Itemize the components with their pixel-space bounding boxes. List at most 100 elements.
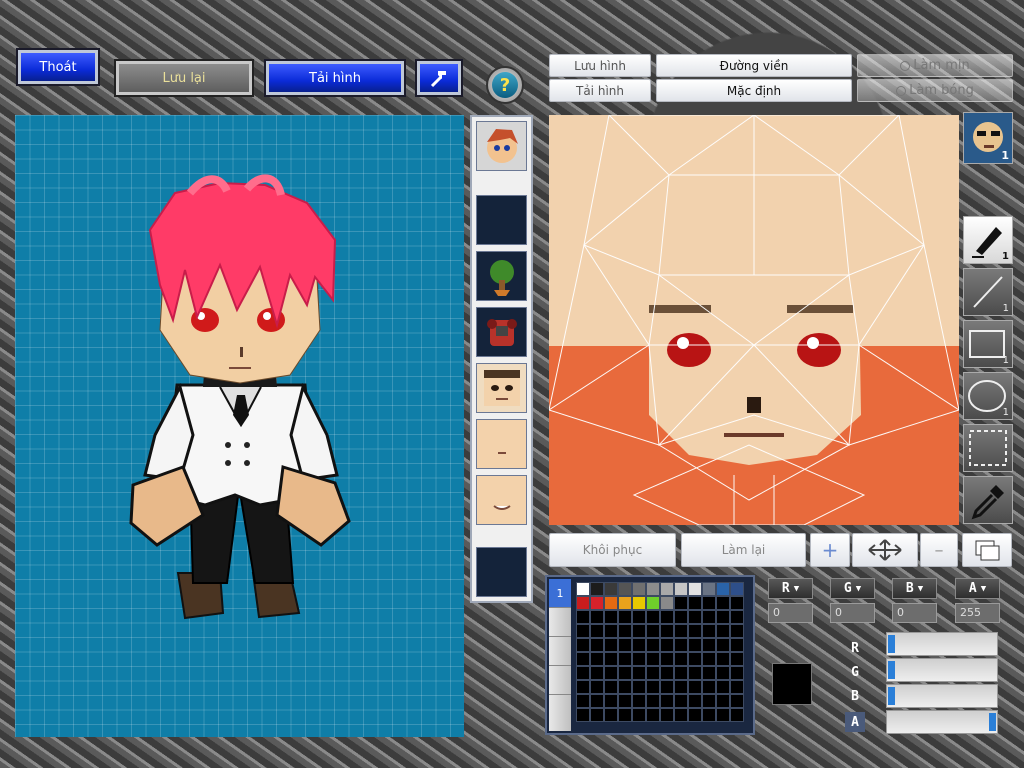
- palette-swatch[interactable]: [730, 610, 744, 624]
- palette-swatch[interactable]: [674, 694, 688, 708]
- palette-swatch[interactable]: [604, 596, 618, 610]
- part-slot-face-2[interactable]: [476, 419, 527, 469]
- palette-swatch[interactable]: [604, 694, 618, 708]
- palette-swatch[interactable]: [716, 638, 730, 652]
- palette-swatch[interactable]: [618, 596, 632, 610]
- palette-swatch[interactable]: [702, 694, 716, 708]
- r-slider-thumb[interactable]: [888, 635, 895, 653]
- texture-canvas[interactable]: [549, 115, 959, 525]
- exit-button[interactable]: Thoát: [16, 48, 100, 86]
- palette-swatch[interactable]: [688, 624, 702, 638]
- palette-swatch[interactable]: [730, 638, 744, 652]
- shade-option[interactable]: Làm bóng: [857, 79, 1013, 102]
- palette-swatch[interactable]: [660, 694, 674, 708]
- palette-swatch[interactable]: [646, 708, 660, 722]
- palette-swatch[interactable]: [618, 708, 632, 722]
- palette-swatch[interactable]: [618, 638, 632, 652]
- palette-swatch[interactable]: [716, 680, 730, 694]
- palette-swatch[interactable]: [632, 610, 646, 624]
- palette-swatch[interactable]: [688, 582, 702, 596]
- palette-swatch[interactable]: [590, 708, 604, 722]
- palette-swatch[interactable]: [702, 596, 716, 610]
- palette-swatch[interactable]: [660, 582, 674, 596]
- load-image-button[interactable]: Tải hình: [549, 79, 651, 102]
- line-tool[interactable]: 1: [963, 268, 1013, 316]
- palette-swatch[interactable]: [730, 694, 744, 708]
- palette-tab-1[interactable]: 1: [549, 579, 571, 607]
- palette-swatch[interactable]: [688, 666, 702, 680]
- palette-swatch[interactable]: [646, 582, 660, 596]
- ellipse-tool[interactable]: 1: [963, 372, 1013, 420]
- r-slider[interactable]: [886, 632, 998, 656]
- palette-swatch[interactable]: [618, 582, 632, 596]
- palette-swatch[interactable]: [688, 652, 702, 666]
- zoom-out-button[interactable]: –: [920, 533, 958, 567]
- b-value-field[interactable]: 0: [892, 603, 937, 623]
- palette-swatch[interactable]: [576, 624, 590, 638]
- palette-swatch[interactable]: [618, 680, 632, 694]
- palette-swatch[interactable]: [590, 610, 604, 624]
- palette-swatch[interactable]: [576, 596, 590, 610]
- palette-swatch[interactable]: [576, 666, 590, 680]
- smooth-option[interactable]: Làm mịn: [857, 54, 1013, 77]
- r-value-field[interactable]: 0: [768, 603, 813, 623]
- palette-swatch[interactable]: [604, 680, 618, 694]
- palette-swatch[interactable]: [730, 652, 744, 666]
- palette-swatch[interactable]: [702, 666, 716, 680]
- palette-swatch[interactable]: [702, 652, 716, 666]
- palette-swatch[interactable]: [730, 666, 744, 680]
- palette-swatch[interactable]: [702, 638, 716, 652]
- g-value-field[interactable]: 0: [830, 603, 875, 623]
- palette-swatch[interactable]: [632, 708, 646, 722]
- palette-swatch[interactable]: [576, 652, 590, 666]
- palette-swatch[interactable]: [604, 582, 618, 596]
- palette-swatch[interactable]: [660, 624, 674, 638]
- palette-swatch[interactable]: [576, 694, 590, 708]
- part-slot-face-1[interactable]: [476, 363, 527, 413]
- palette-swatch[interactable]: [716, 610, 730, 624]
- palette-swatch[interactable]: [576, 680, 590, 694]
- palette-swatch[interactable]: [660, 666, 674, 680]
- palette-swatch[interactable]: [674, 624, 688, 638]
- palette-swatch[interactable]: [618, 610, 632, 624]
- head-preview[interactable]: 1: [963, 112, 1013, 164]
- palette-swatch[interactable]: [590, 652, 604, 666]
- default-button[interactable]: Mặc định: [656, 79, 852, 102]
- restore-button[interactable]: Khôi phục: [549, 533, 676, 567]
- load-button[interactable]: Tải hình: [264, 59, 406, 97]
- palette-swatch[interactable]: [632, 652, 646, 666]
- palette-swatch[interactable]: [660, 638, 674, 652]
- selection-tool[interactable]: [963, 424, 1013, 472]
- palette-swatch[interactable]: [646, 596, 660, 610]
- palette-swatch[interactable]: [590, 666, 604, 680]
- palette-swatch[interactable]: [632, 596, 646, 610]
- palette-swatch[interactable]: [716, 582, 730, 596]
- palette-swatch[interactable]: [646, 680, 660, 694]
- eyedropper-tool[interactable]: [963, 476, 1013, 524]
- palette-swatch[interactable]: [590, 596, 604, 610]
- palette-swatch[interactable]: [702, 610, 716, 624]
- palette-swatch[interactable]: [576, 708, 590, 722]
- palette-tab-4[interactable]: [549, 665, 571, 694]
- palette-swatch[interactable]: [618, 652, 632, 666]
- save-image-button[interactable]: Lưu hình: [549, 54, 651, 77]
- a-value-field[interactable]: 255: [955, 603, 1000, 623]
- move-button[interactable]: [852, 533, 918, 567]
- palette-swatch[interactable]: [688, 596, 702, 610]
- palette-swatch[interactable]: [660, 610, 674, 624]
- palette-swatch[interactable]: [716, 624, 730, 638]
- palette-swatch[interactable]: [674, 680, 688, 694]
- palette-swatch[interactable]: [688, 708, 702, 722]
- palette-swatch[interactable]: [618, 666, 632, 680]
- palette-swatch[interactable]: [730, 596, 744, 610]
- palette-swatch[interactable]: [590, 624, 604, 638]
- palette-swatch[interactable]: [688, 680, 702, 694]
- palette-swatch[interactable]: [716, 652, 730, 666]
- palette-swatch[interactable]: [702, 680, 716, 694]
- palette-swatch[interactable]: [576, 638, 590, 652]
- pen-tool[interactable]: 1: [963, 216, 1013, 264]
- g-slider[interactable]: [886, 658, 998, 682]
- palette-swatch[interactable]: [646, 624, 660, 638]
- palette-swatch[interactable]: [576, 582, 590, 596]
- palette-swatch[interactable]: [674, 666, 688, 680]
